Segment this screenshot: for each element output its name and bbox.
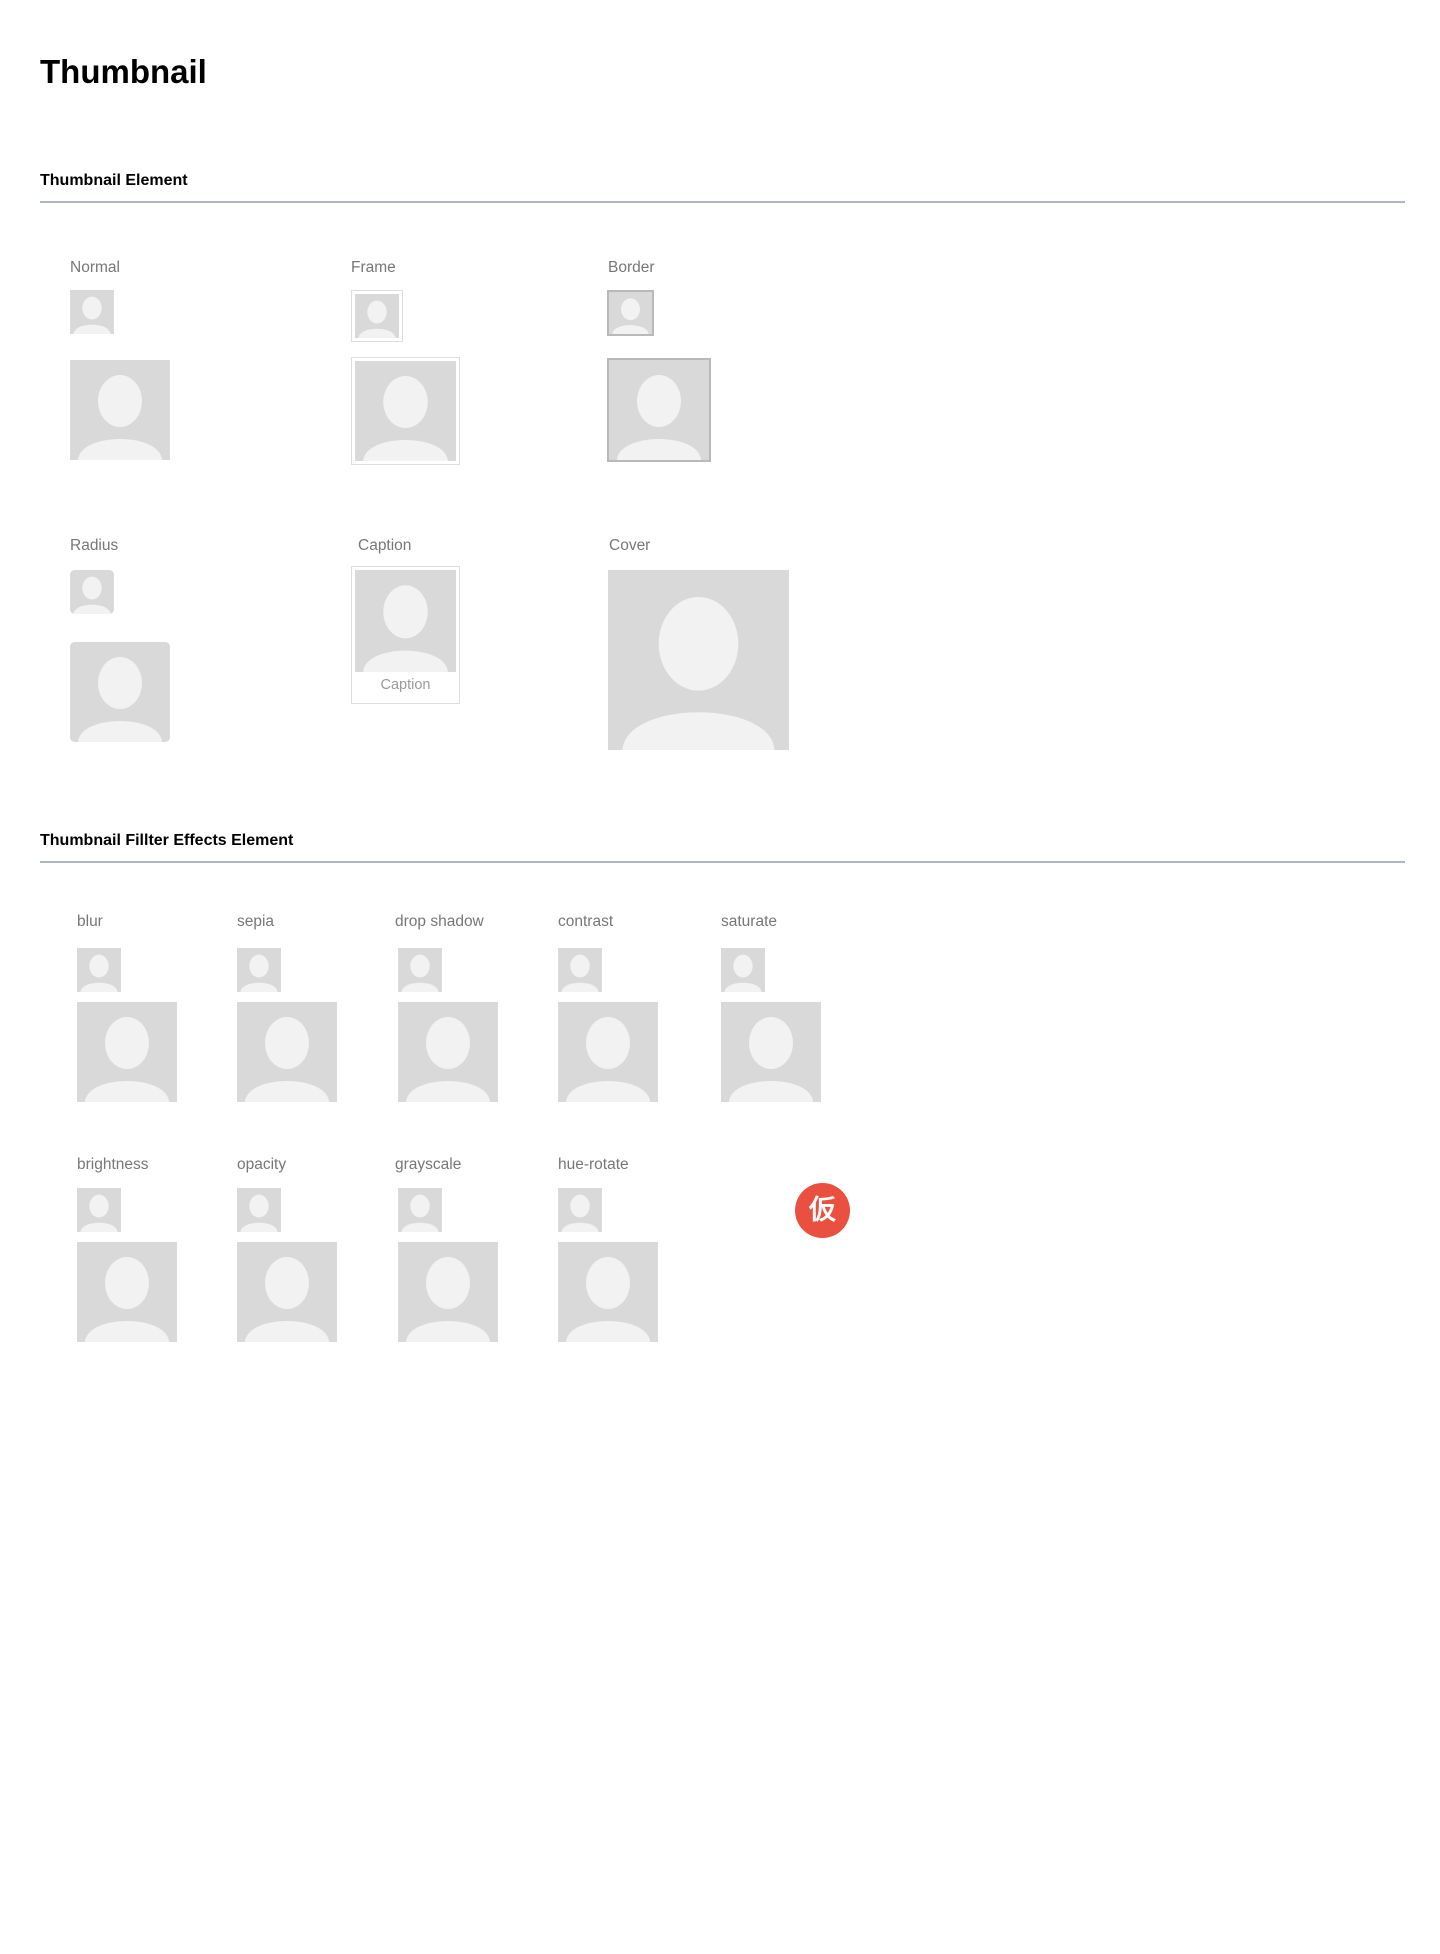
person-placeholder-icon bbox=[70, 290, 114, 334]
frame-thumbnail-small bbox=[351, 290, 403, 342]
person-placeholder-icon bbox=[721, 948, 765, 992]
opacity-label: opacity bbox=[237, 1156, 287, 1173]
hue-rotate-label: hue-rotate bbox=[558, 1156, 629, 1173]
caption-thumbnail: Caption bbox=[351, 566, 460, 704]
cover-label: Cover bbox=[609, 537, 651, 554]
person-placeholder-icon bbox=[398, 1242, 498, 1342]
person-placeholder-icon bbox=[398, 948, 442, 992]
drop-shadow-label: drop shadow bbox=[395, 913, 484, 930]
radius-label: Radius bbox=[70, 537, 119, 554]
person-placeholder-icon bbox=[355, 570, 456, 672]
person-placeholder-icon bbox=[77, 1242, 177, 1342]
person-placeholder-icon bbox=[70, 570, 114, 614]
person-placeholder-icon bbox=[558, 1188, 602, 1232]
frame-label: Frame bbox=[351, 259, 396, 276]
caption-label: Caption bbox=[358, 537, 412, 554]
person-placeholder-icon bbox=[607, 290, 654, 336]
sepia-label: sepia bbox=[237, 913, 275, 930]
section-heading-filter-effects: Thumbnail Fillter Effects Element bbox=[40, 830, 1405, 863]
person-placeholder-icon bbox=[237, 1242, 337, 1342]
grayscale-label: grayscale bbox=[395, 1156, 462, 1173]
brightness-label: brightness bbox=[77, 1156, 149, 1173]
saturate-label: saturate bbox=[721, 913, 778, 930]
person-placeholder-icon bbox=[77, 1188, 121, 1232]
page-title: Thumbnail bbox=[40, 53, 207, 90]
person-placeholder-icon bbox=[237, 948, 281, 992]
contrast-label: contrast bbox=[558, 913, 614, 930]
person-placeholder-icon bbox=[398, 1188, 442, 1232]
person-placeholder-icon bbox=[77, 948, 121, 992]
section-heading-thumbnail-element: Thumbnail Element bbox=[40, 170, 1405, 203]
person-placeholder-icon bbox=[70, 360, 170, 460]
person-placeholder-icon bbox=[608, 570, 789, 750]
badge: 仮 bbox=[795, 1183, 850, 1238]
person-placeholder-icon bbox=[607, 358, 711, 462]
person-placeholder-icon bbox=[355, 361, 456, 461]
caption-text: Caption bbox=[380, 677, 431, 693]
normal-label: Normal bbox=[70, 259, 120, 276]
person-placeholder-icon bbox=[721, 1002, 821, 1102]
person-placeholder-icon bbox=[558, 1002, 658, 1102]
blur-label: blur bbox=[77, 913, 103, 930]
person-placeholder-icon bbox=[237, 1002, 337, 1102]
person-placeholder-icon bbox=[355, 294, 399, 338]
person-placeholder-icon bbox=[237, 1188, 281, 1232]
person-placeholder-icon bbox=[398, 1002, 498, 1102]
person-placeholder-icon bbox=[558, 948, 602, 992]
person-placeholder-icon bbox=[77, 1002, 177, 1102]
frame-thumbnail-large bbox=[351, 357, 460, 465]
border-label: Border bbox=[608, 259, 655, 276]
person-placeholder-icon bbox=[70, 642, 170, 742]
person-placeholder-icon bbox=[558, 1242, 658, 1342]
